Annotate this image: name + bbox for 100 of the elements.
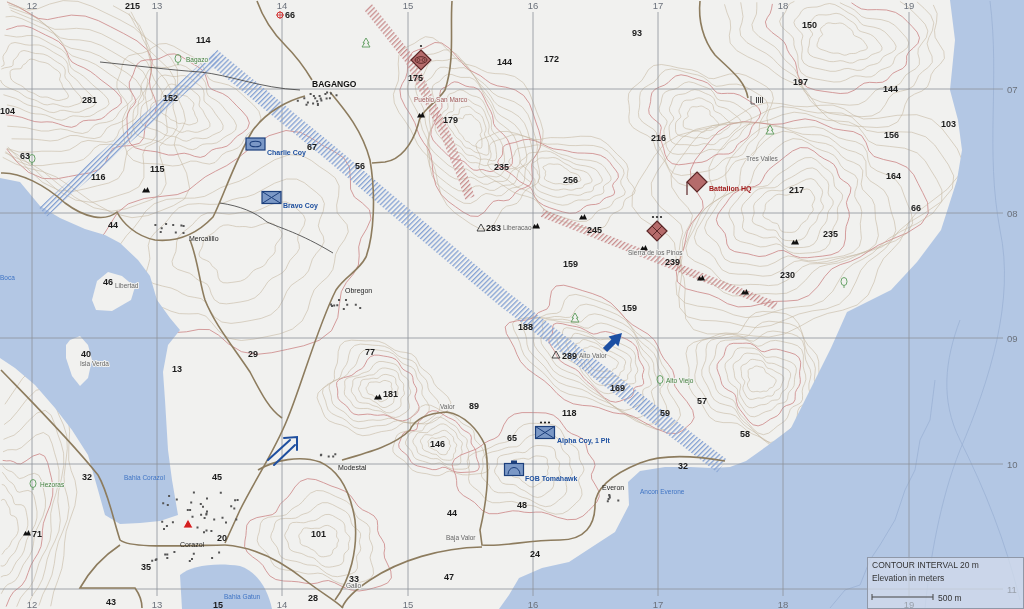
elevation-label: 235 xyxy=(494,162,510,172)
legend-title: CONTOUR INTERVAL 20 m xyxy=(872,560,979,570)
tree-icon xyxy=(174,54,182,66)
tree-icon xyxy=(656,375,664,387)
elevation-label: 188 xyxy=(518,322,534,332)
elevation-label: 67 xyxy=(307,142,317,152)
elevation-label: 29 xyxy=(248,349,258,359)
grid-label: 09 xyxy=(1007,332,1018,344)
elevation-label: 281 xyxy=(82,95,98,105)
peak-icon xyxy=(741,289,749,295)
scale-bar xyxy=(871,593,934,601)
peak-icon xyxy=(417,112,425,118)
elevation-label: 217 xyxy=(789,185,805,195)
elevation-label: 63 xyxy=(20,151,30,161)
grid-label: 07 xyxy=(1007,83,1018,95)
elevation-label: 103 xyxy=(941,119,957,129)
elevation-label: 215 xyxy=(125,1,141,11)
elevation-label: 175 xyxy=(408,73,424,83)
elevation-label: 144 xyxy=(883,84,899,94)
elevation-label: 33 xyxy=(349,574,359,584)
grid-label: 17 xyxy=(652,599,664,609)
elevation-label: 115 xyxy=(150,164,165,174)
elevation-label: 150 xyxy=(802,20,818,30)
elevation-label: 46 xyxy=(103,277,113,287)
grid-label: 11 xyxy=(1007,583,1017,595)
peak-icon xyxy=(532,223,540,229)
elevation-label: 20 xyxy=(217,533,227,543)
tree-icon xyxy=(840,277,848,289)
grid-label: 15 xyxy=(402,0,414,11)
elevation-label: 59 xyxy=(660,408,670,418)
elevation-label: 56 xyxy=(355,161,365,171)
grid-label: 08 xyxy=(1007,207,1018,219)
elevation-label: 164 xyxy=(886,171,902,181)
elevation-label: 245 xyxy=(587,225,603,235)
elevation-label: 48 xyxy=(517,500,527,510)
grid-label: 16 xyxy=(527,0,539,11)
arrow-icon xyxy=(602,333,622,353)
legend-note: Elevation in meters xyxy=(872,573,945,583)
grid-label: 18 xyxy=(777,0,789,11)
elevation-label: 104 xyxy=(0,106,16,116)
elevation-label: 66 xyxy=(911,203,921,213)
elevation-label: 47 xyxy=(444,572,454,582)
island xyxy=(66,336,92,386)
elevation-label: 77 xyxy=(365,347,375,357)
elevation-label: 65 xyxy=(507,433,517,443)
elevation-label: 93 xyxy=(632,28,642,38)
elevation-label: 216 xyxy=(651,133,667,143)
peak-icon xyxy=(697,275,705,281)
elevation-label: 89 xyxy=(469,401,479,411)
elevation-label: 289 xyxy=(562,351,578,361)
peak-icon xyxy=(791,239,799,245)
tree-icon xyxy=(28,154,36,166)
elevation-label: 179 xyxy=(443,115,459,125)
grid-label: 10 xyxy=(1007,458,1018,470)
buildings-drawing xyxy=(606,494,620,503)
elevation-label: 283 xyxy=(486,223,502,233)
elevation-label: 35 xyxy=(141,562,151,572)
elevation-label: 118 xyxy=(562,408,577,418)
double-arrow-icon xyxy=(267,435,298,466)
elevation-label: 159 xyxy=(563,259,579,269)
place-label: BAGANGO xyxy=(312,79,357,89)
crosshair-icon xyxy=(275,10,285,20)
elevation-label: 71 xyxy=(32,529,42,539)
elevation-label: 28 xyxy=(308,593,318,603)
elevation-label: 159 xyxy=(622,303,638,313)
peak-icon xyxy=(579,214,587,220)
elevation-label: 156 xyxy=(884,130,900,140)
elevation-label: 24 xyxy=(530,549,540,559)
building-icon xyxy=(750,95,763,105)
elevation-label: 230 xyxy=(780,270,796,280)
grid-label: 12 xyxy=(26,0,38,11)
triangle-icon xyxy=(182,518,194,529)
buildings-drawing xyxy=(330,299,362,310)
grid-label: 14 xyxy=(276,599,288,609)
elevation-label: 58 xyxy=(740,429,750,439)
elevation-label: 235 xyxy=(823,229,839,239)
elevation-label: 40 xyxy=(81,349,91,359)
elevation-label: 172 xyxy=(544,54,560,64)
grid-label: 16 xyxy=(527,599,539,609)
elevation-label: 44 xyxy=(108,220,118,230)
elevation-label: 169 xyxy=(610,383,626,393)
grid-label: 18 xyxy=(777,599,789,609)
elevation-label: 146 xyxy=(430,439,446,449)
elevation-label: 15 xyxy=(213,600,223,609)
buildings-drawing xyxy=(154,223,185,234)
grid-label: 13 xyxy=(151,599,163,609)
peak-icon xyxy=(142,187,150,193)
buildings-drawing xyxy=(296,91,338,107)
elevation-label: 43 xyxy=(106,597,116,607)
grid-label: 17 xyxy=(652,0,664,11)
buildings-drawing xyxy=(151,551,221,562)
elevation-label: 239 xyxy=(665,257,681,267)
grid-label: 15 xyxy=(402,599,414,609)
peak-icon xyxy=(23,530,31,536)
peak-icon xyxy=(374,394,382,400)
peak-icon xyxy=(640,245,648,251)
elevation-label: 101 xyxy=(311,529,327,539)
tree-icon xyxy=(29,479,37,491)
elevation-label: 114 xyxy=(196,35,211,45)
conifer-icon xyxy=(361,37,371,48)
